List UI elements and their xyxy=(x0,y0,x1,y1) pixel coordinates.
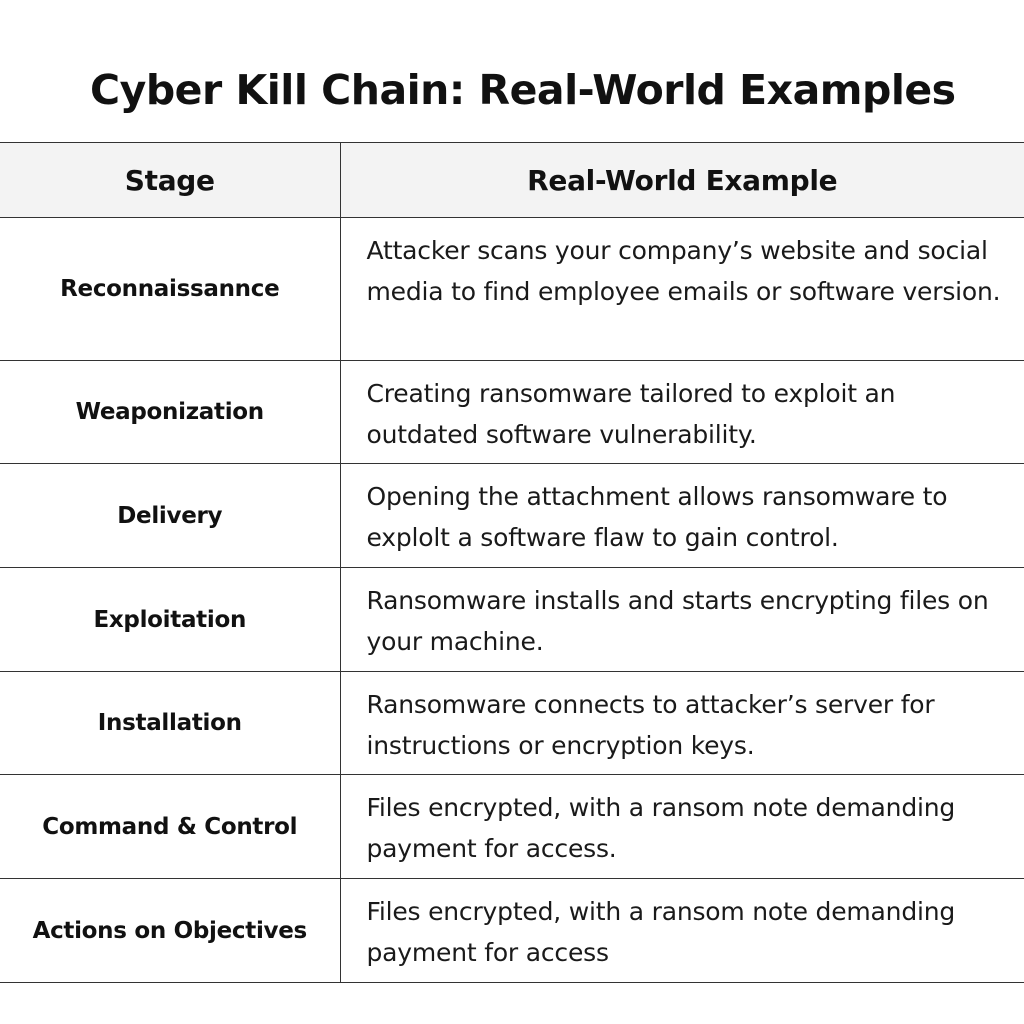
page-title: Cyber Kill Chain: Real-World Examples xyxy=(90,66,956,114)
table-row: Delivery Opening the attachment allows r… xyxy=(0,463,1024,568)
table-row: Installation Ransomware connects to atta… xyxy=(0,671,1024,775)
example-cell: Attacker scans your company’s website an… xyxy=(340,217,1024,361)
table-row: Exploitation Ransomware installs and sta… xyxy=(0,567,1024,672)
column-header-stage: Stage xyxy=(0,142,341,218)
table-row: Actions on Objectives Files encrypted, w… xyxy=(0,878,1024,983)
stage-cell: Exploitation xyxy=(0,567,341,672)
table-header-row: Stage Real-World Example xyxy=(0,142,1024,218)
example-cell: Creating ransomware tailored to exploit … xyxy=(340,360,1024,464)
table-row: Reconnaissannce Attacker scans your comp… xyxy=(0,217,1024,361)
column-header-example: Real-World Example xyxy=(340,142,1024,218)
stage-cell: Delivery xyxy=(0,463,341,568)
stage-cell: Installation xyxy=(0,671,341,775)
example-cell: Ransomware installs and starts encryptin… xyxy=(340,567,1024,672)
table-header: Stage Real-World Example xyxy=(0,142,1024,218)
stage-cell: Actions on Objectives xyxy=(0,878,341,983)
example-cell: Ransomware connects to attacker’s server… xyxy=(340,671,1024,775)
example-cell: Files encrypted, with a ransom note dema… xyxy=(340,774,1024,879)
table-row: Weaponization Creating ransomware tailor… xyxy=(0,360,1024,464)
stage-cell: Weaponization xyxy=(0,360,341,464)
example-cell: Opening the attachment allows ransomware… xyxy=(340,463,1024,568)
stage-cell: Reconnaissannce xyxy=(0,217,341,361)
table-row: Command & Control Files encrypted, with … xyxy=(0,774,1024,879)
kill-chain-table: Stage Real-World Example Reconnaissannce… xyxy=(0,142,1024,983)
stage-cell: Command & Control xyxy=(0,774,341,879)
example-cell: Files encrypted, with a ransom note dema… xyxy=(340,878,1024,983)
table-body: Reconnaissannce Attacker scans your comp… xyxy=(0,217,1024,983)
